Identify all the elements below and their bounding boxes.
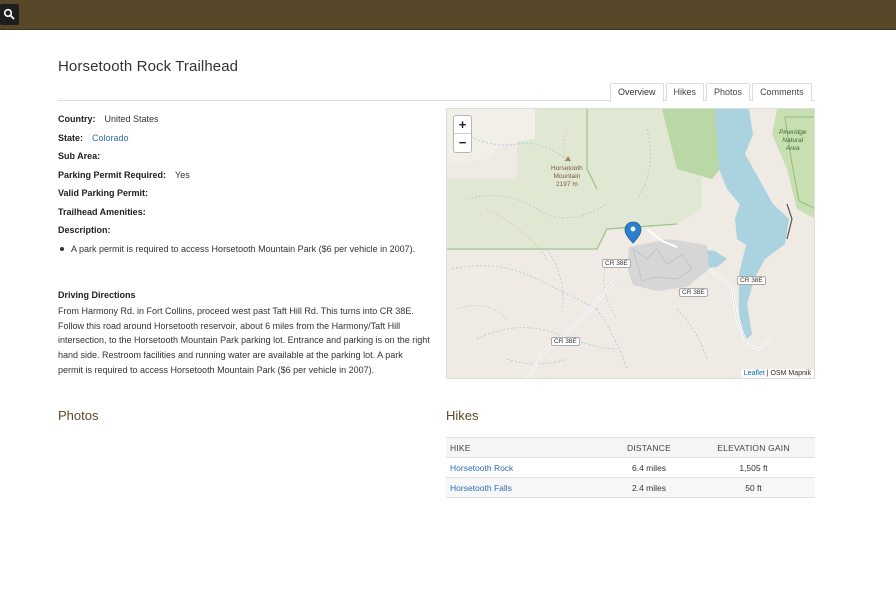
top-navbar: [0, 0, 896, 30]
hike-elevation-gain: 50 ft: [692, 477, 815, 498]
trailhead-map[interactable]: Horsetooth Mountain 2197 m Pineridge Nat…: [446, 108, 815, 379]
country-label: Country:: [58, 114, 96, 125]
peak-label: Horsetooth Mountain 2197 m: [551, 165, 583, 189]
hike-name-cell: Horsetooth Rock: [446, 457, 606, 478]
tab-overview[interactable]: Overview: [610, 83, 664, 102]
description-label: Description:: [58, 225, 111, 236]
state-link[interactable]: Colorado: [92, 133, 129, 143]
tab-photos[interactable]: Photos: [706, 83, 751, 101]
road-shield: CR 38E: [737, 276, 766, 285]
driving-directions-title: Driving Directions: [58, 290, 136, 300]
permit-required-row: Parking Permit Required: Yes: [58, 166, 433, 185]
photos-heading: Photos: [58, 408, 99, 423]
table-header-row: HIKE DISTANCE ELEVATION GAIN: [446, 437, 815, 458]
area-label: Pineridge Natural Area: [779, 129, 806, 153]
subarea-row: Sub Area:: [58, 147, 433, 166]
state-label: State:: [58, 132, 84, 143]
hike-link[interactable]: Horsetooth Falls: [450, 483, 512, 493]
hikes-heading: Hikes: [446, 408, 479, 423]
tab-hikes[interactable]: Hikes: [665, 83, 705, 101]
permit-required-value: Yes: [175, 169, 190, 180]
attribution-text: OSM Mapnik: [770, 370, 811, 377]
column-header-hike: HIKE: [446, 437, 606, 458]
description-item: A park permit is required to access Hors…: [58, 242, 433, 257]
column-header-elevation-gain: ELEVATION GAIN: [692, 437, 815, 458]
search-icon: [3, 8, 15, 20]
peak-name-line-2: Mountain: [553, 173, 581, 180]
valid-permit-row: Valid Parking Permit:: [58, 184, 433, 203]
table-row: Horsetooth Falls 2.4 miles 50 ft: [446, 477, 815, 498]
road-shield: CR 38E: [551, 337, 580, 346]
amenities-row: Trailhead Amenities:: [58, 203, 433, 222]
trailhead-details: Country: United States State: Colorado S…: [58, 110, 433, 257]
road-shield: CR 38E: [679, 288, 708, 297]
hikes-table: HIKE DISTANCE ELEVATION GAIN Horsetooth …: [446, 437, 815, 498]
peak-name-line-1: Horsetooth: [551, 165, 583, 172]
leaflet-link[interactable]: Leaflet: [744, 370, 765, 377]
hike-elevation-gain: 1,505 ft: [692, 457, 815, 478]
table-row: Horsetooth Rock 6.4 miles 1,505 ft: [446, 457, 815, 478]
area-label-line-1: Pineridge: [779, 129, 807, 136]
permit-required-label: Parking Permit Required:: [58, 169, 167, 180]
valid-permit-label: Valid Parking Permit:: [58, 188, 149, 199]
search-button[interactable]: [0, 4, 19, 25]
zoom-in-button[interactable]: +: [454, 116, 471, 134]
hike-distance: 6.4 miles: [606, 457, 692, 478]
hike-distance: 2.4 miles: [606, 477, 692, 498]
area-label-line-2: Natural: [782, 137, 804, 144]
column-header-distance: DISTANCE: [606, 437, 692, 458]
page-title: Horsetooth Rock Trailhead: [58, 58, 239, 75]
driving-directions: Driving Directions From Harmony Rd. in F…: [58, 288, 430, 378]
map-tiles: [447, 109, 814, 378]
page-tabs: Overview Hikes Photos Comments: [610, 83, 814, 102]
amenities-label: Trailhead Amenities:: [58, 206, 146, 217]
road-shield: CR 38E: [602, 259, 631, 268]
hike-link[interactable]: Horsetooth Rock: [450, 463, 513, 473]
description-list: A park permit is required to access Hors…: [58, 242, 433, 257]
hike-name-cell: Horsetooth Falls: [446, 477, 606, 498]
zoom-out-button[interactable]: −: [454, 134, 471, 152]
state-row: State: Colorado: [58, 129, 433, 148]
subarea-label: Sub Area:: [58, 151, 101, 162]
area-label-line-3: Area: [785, 145, 800, 152]
tab-comments[interactable]: Comments: [752, 83, 812, 101]
map-attribution: Leaflet | OSM Mapnik: [740, 369, 814, 378]
zoom-control: + −: [453, 115, 472, 153]
driving-directions-text: From Harmony Rd. in Fort Collins, procee…: [58, 305, 430, 375]
country-value: United States: [104, 114, 159, 125]
description-row: Description:: [58, 221, 433, 240]
peak-elevation: 2197 m: [556, 181, 578, 188]
country-row: Country: United States: [58, 110, 433, 129]
